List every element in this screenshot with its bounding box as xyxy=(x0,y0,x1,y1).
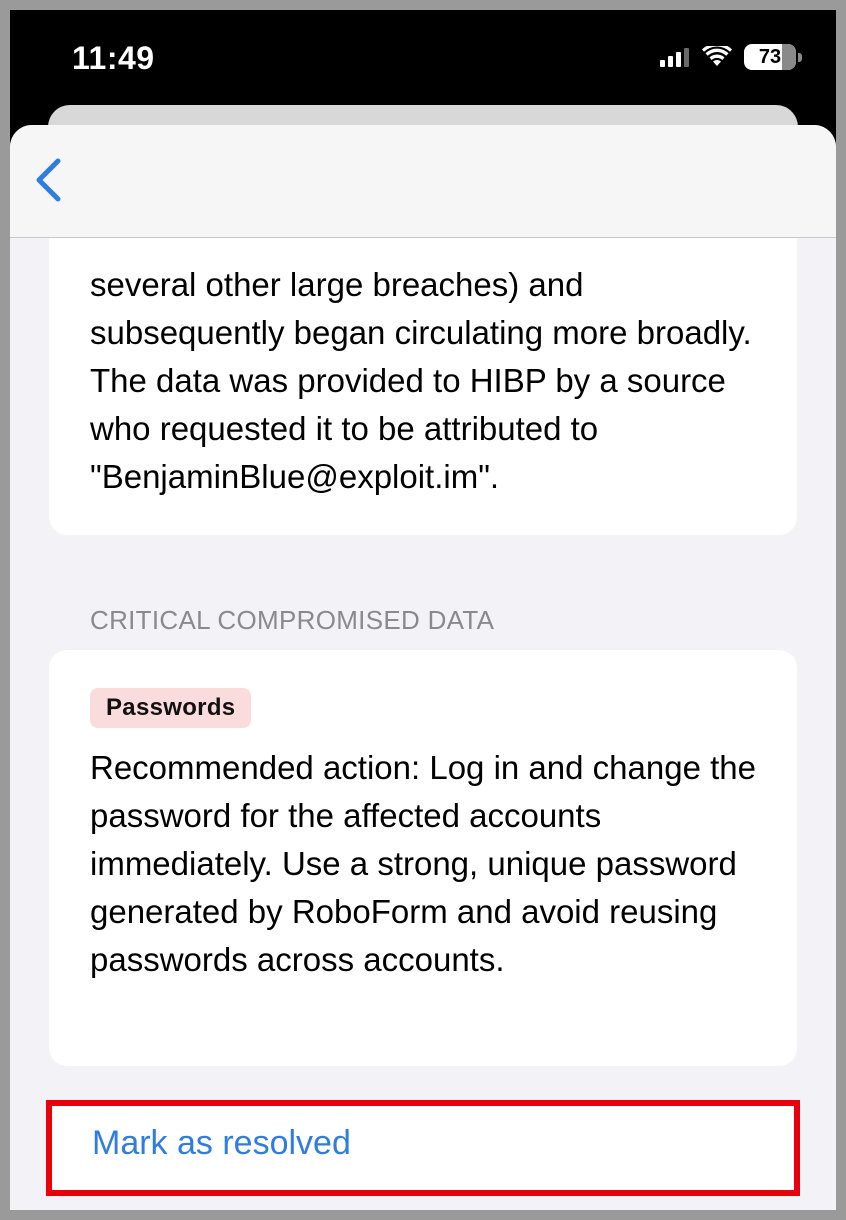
navigation-bar xyxy=(10,125,836,238)
mark-as-resolved-label: Mark as resolved xyxy=(92,1124,351,1162)
wifi-icon xyxy=(702,46,732,66)
section-header-critical-data: CRITICAL COMPROMISED DATA xyxy=(90,605,495,635)
signal-icon xyxy=(660,48,689,67)
passwords-badge: Passwords xyxy=(90,688,252,728)
phone-screen: 11:49 73 several other large breaches) a… xyxy=(10,10,836,1210)
recommended-action-text: Recommended action: Log in and change th… xyxy=(90,749,756,978)
critical-data-card: Passwords Recommended action: Log in and… xyxy=(49,650,797,1066)
breach-description: several other large breaches) and subseq… xyxy=(90,266,752,495)
status-time: 11:49 xyxy=(72,40,155,76)
battery-icon: 73 xyxy=(744,44,796,70)
status-bar: 11:49 73 xyxy=(10,10,836,110)
chevron-left-icon xyxy=(36,158,61,202)
mark-as-resolved-button[interactable]: Mark as resolved xyxy=(46,1100,800,1196)
back-button[interactable] xyxy=(28,155,68,205)
battery-tip xyxy=(798,52,802,62)
battery-level: 73 xyxy=(758,45,782,68)
status-icons: 73 xyxy=(660,44,802,70)
breach-detail-sheet: several other large breaches) and subseq… xyxy=(10,125,836,1210)
